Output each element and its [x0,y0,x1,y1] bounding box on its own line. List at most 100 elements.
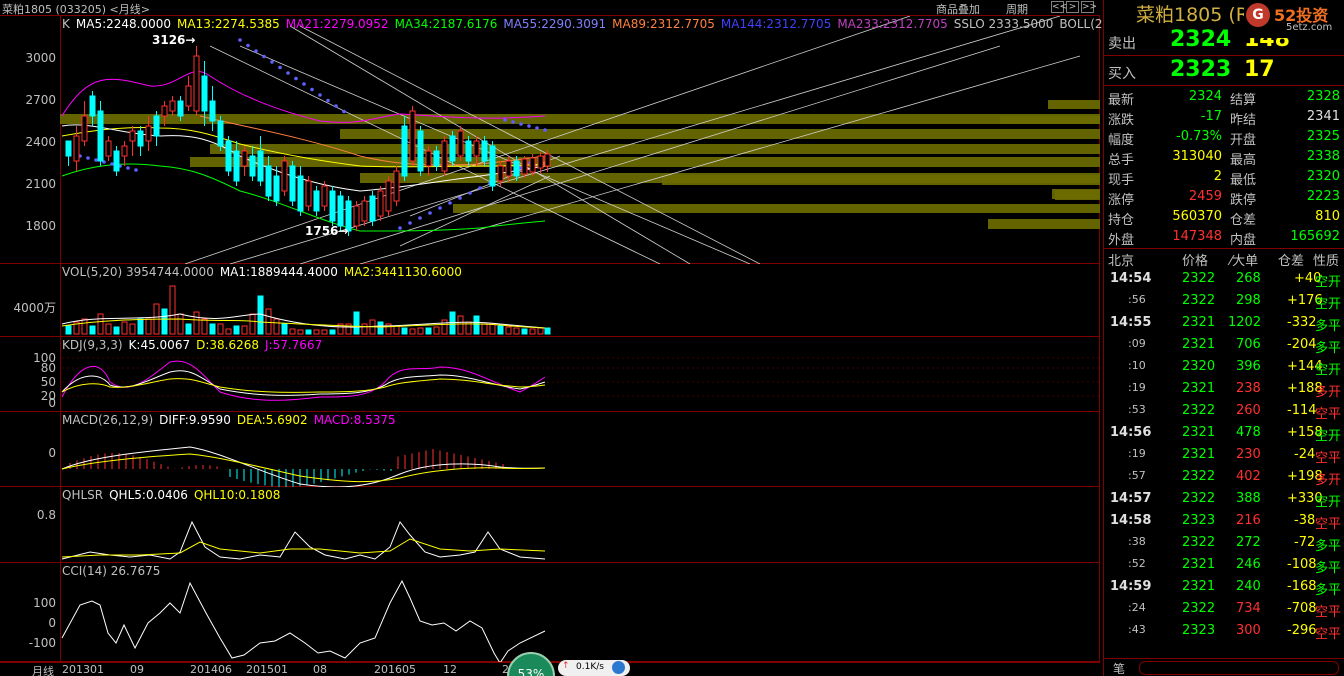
network-speed: 0.1K/s [576,662,604,672]
tick-row[interactable]: 14:58 2323 216 -38 空平 [1104,510,1344,532]
period-menu[interactable]: 周期 [1006,1,1028,17]
tick-time: 14:57 [1110,491,1152,506]
y-tick-label: -100 [28,636,56,650]
volume-profile-bar [662,175,1100,185]
network-speed-widget[interactable]: ↑ 0.1K/s [558,660,630,676]
volume-bar [65,325,72,335]
tick-row[interactable]: 14:54 2322 268 +40 空开 [1104,268,1344,290]
candle-up [537,155,544,169]
tick-price: 2321 [1182,337,1216,352]
x-tick: 201501 [246,663,288,676]
candle-up [161,105,168,117]
tick-time: :19 [1128,447,1146,460]
quote-stat-label: 最低 [1230,173,1257,188]
volume-bar [265,308,272,335]
quote-stat-value: 2223 [1306,189,1340,204]
tick-row[interactable]: 14:57 2322 388 +330 空开 [1104,488,1344,510]
cci-pane[interactable]: CCI(14) 26.7675 100 0 -100 [0,563,1100,662]
candle-down [489,145,496,187]
sar-dot [428,211,432,215]
nav-next-button[interactable]: > [1066,1,1079,13]
tick-row[interactable]: :10 2320 396 +144 空开 [1104,356,1344,378]
tick-col-nature: 性质 [1313,254,1340,269]
y-tick-label: 2700 [25,93,56,107]
candle-up [193,55,200,112]
commodity-overlay-menu[interactable]: 商品叠加 [936,1,980,17]
order-input[interactable] [1139,661,1339,675]
tick-open-interest-change: -332 [1287,315,1317,330]
volume-profile-bar [988,219,1100,229]
tick-row[interactable]: :09 2321 706 -204 多平 [1104,334,1344,356]
tick-volume: 272 [1236,535,1261,550]
sar-dot [408,221,412,225]
kline-header-item: SSLO 2333.5000 [953,17,1054,31]
tick-nature: 空开 [1315,297,1342,312]
kline-pane[interactable]: 3126→ 1756→ K MA5:2248.0000 MA13:2274.5385 M… [0,16,1190,264]
tick-open-interest-change: -168 [1287,579,1317,594]
tick-row[interactable]: :43 2323 300 -296 空平 [1104,620,1344,642]
candle-down [465,140,472,162]
x-tick: 201406 [190,663,232,676]
tick-row[interactable]: 14:55 2321 1202 -332 多平 [1104,312,1344,334]
candle-up [121,145,128,157]
candle-down [433,150,440,167]
volume-bar [201,318,208,335]
volume-bar [113,326,120,335]
quote-stat-value: -17 [1200,109,1222,124]
tick-row[interactable]: :19 2321 230 -24 空平 [1104,444,1344,466]
low-price-label: 1756→ [305,224,348,238]
macd-header-item: MACD(26,12,9) [62,413,154,427]
volume-bar [305,329,312,335]
ask-price: 2324 [1170,27,1232,52]
x-tick: 08 [313,663,327,676]
volume-bar [241,325,248,335]
instrument-title: 菜粕1805 (033205) <月线> [2,3,150,16]
tick-row[interactable]: :24 2322 734 -708 空平 [1104,598,1344,620]
bid-row[interactable]: 买入 2323 17 [1104,56,1344,86]
qhlsr-header-item: QHLSR [62,488,104,502]
volume-bar [105,323,112,335]
candle-up [81,115,88,142]
tick-row[interactable]: :53 2322 260 -114 空平 [1104,400,1344,422]
volume-bar [457,315,464,335]
kline-indicator-header: K MA5:2248.0000 MA13:2274.5385 MA21:2279.09… [62,17,1196,31]
volume-pane[interactable]: VOL(5,20) 3954744.0000 MA1:1889444.4000 MA… [0,264,1100,337]
volume-bar [401,327,408,335]
tick-volume: 396 [1236,359,1261,374]
sar-dot [286,71,290,75]
quote-panel: 菜粕1805 (RM1805) 卖出 2324 148 买入 2323 17 最… [1103,0,1344,676]
tick-row[interactable]: :52 2321 246 -108 多平 [1104,554,1344,576]
candle-down [273,175,280,202]
kline-header-item: MA89:2312.7705 [612,17,715,31]
nav-back-button[interactable]: << [1051,1,1067,13]
quote-stat-value: 810 [1315,209,1340,224]
tick-row[interactable]: 14:56 2321 478 +158 空开 [1104,422,1344,444]
tick-row[interactable]: :56 2322 298 +176 空开 [1104,290,1344,312]
kline-chart[interactable]: 3126→ 1756→ [0,16,1100,264]
quote-stat-value: 2459 [1188,189,1222,204]
tick-row[interactable]: 14:59 2321 240 -168 多平 [1104,576,1344,598]
quote-stat-row: 持仓 560370 仓差 810 [1104,207,1344,228]
chart-area[interactable]: 3126→ 1756→ K MA5:2248.0000 MA13:2274.5385 M… [0,16,1190,662]
volume-bar [441,319,448,335]
qhlsr-header-item: QHL5:0.0406 [109,488,188,502]
y-tick-label: 0 [48,616,56,630]
nav-end-button[interactable]: >> [1081,1,1097,13]
quote-stat-label: 内盘 [1230,233,1257,248]
tick-volume: 300 [1236,623,1261,638]
volume-bar [217,323,224,335]
candle-up [321,185,328,207]
macd-pane[interactable]: MACD(26,12,9) DIFF:9.9590 DEA:5.6902 MACD:8… [0,412,1100,487]
qhlsr-pane[interactable]: QHLSR QHL5:0.0406 QHL10:0.1808 0.8 [0,487,1100,563]
sar-dot [302,82,306,86]
quote-stat-value: 2324 [1188,89,1222,104]
tick-row[interactable]: :19 2321 238 +188 多开 [1104,378,1344,400]
kdj-indicator-header: KDJ(9,3,3) K:45.0067 D:38.6268 J:57.7667 [62,338,328,352]
tick-row[interactable]: :38 2322 272 -72 多平 [1104,532,1344,554]
kdj-pane[interactable]: KDJ(9,3,3) K:45.0067 D:38.6268 J:57.7667 10… [0,337,1100,412]
candle-down [201,75,208,112]
tick-col-diff: 仓差 [1278,254,1305,269]
kline-header-item: K [62,17,70,31]
tick-row[interactable]: :57 2322 402 +198 多开 [1104,466,1344,488]
kline-header-item: MA13:2274.5385 [177,17,280,31]
